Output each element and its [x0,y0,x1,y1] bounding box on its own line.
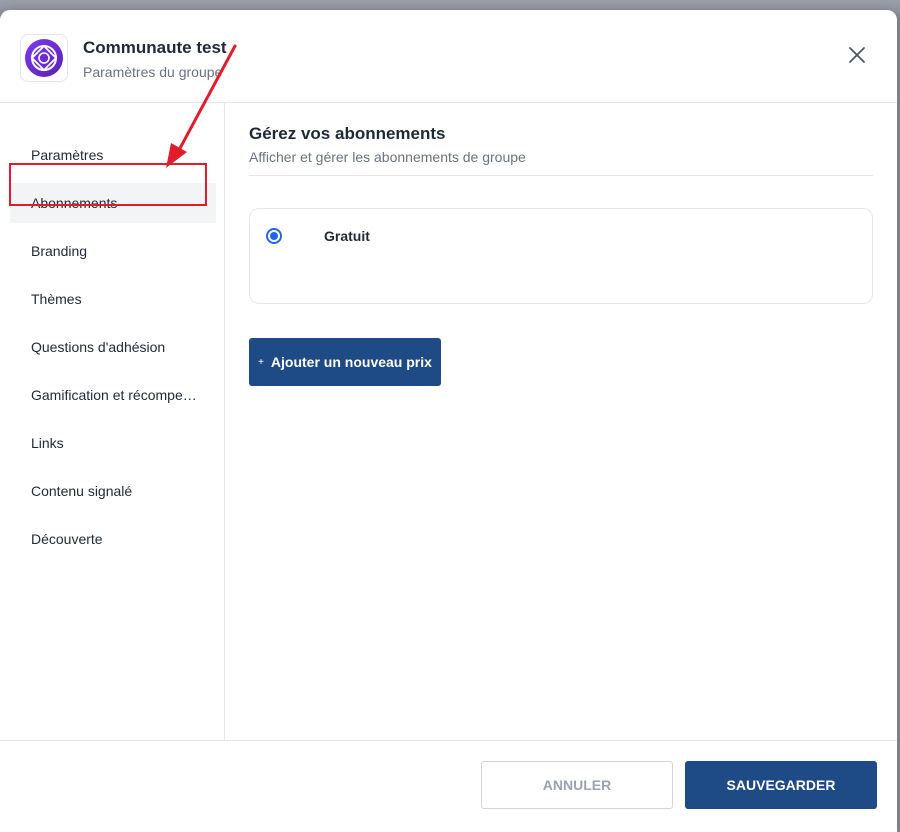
group-logo [20,34,68,82]
plan-name: Gratuit [324,228,370,244]
sidebar-item-gamification[interactable]: Gamification et récompenses [10,375,216,415]
group-settings-modal: Communaute test Paramètres du groupe Par… [0,10,897,832]
sidebar-item-contenu-signale[interactable]: Contenu signalé [10,471,216,511]
cancel-button[interactable]: ANNULER [481,761,673,809]
circle-lattice-icon [25,39,63,77]
sidebar-item-label: Contenu signalé [31,483,133,499]
sidebar-item-decouverte[interactable]: Découverte [10,519,216,559]
save-button[interactable]: SAUVEGARDER [685,761,877,809]
modal-header: Communaute test Paramètres du groupe [0,10,897,103]
group-name: Communaute test [83,38,227,57]
sidebar-item-label: Découverte [31,531,103,547]
sidebar-item-parametres[interactable]: Paramètres [10,135,216,175]
modal-footer: ANNULER SAUVEGARDER [0,740,897,832]
sidebar-item-branding[interactable]: Branding [10,231,216,271]
sidebar-item-label: Branding [31,243,88,259]
close-icon [849,47,865,63]
add-price-button[interactable]: + Ajouter un nouveau prix [249,338,441,386]
sidebar-item-label: Paramètres [31,147,104,163]
sidebar-item-links[interactable]: Links [10,423,216,463]
sidebar-item-themes[interactable]: Thèmes [10,279,216,319]
plus-icon: + [258,356,264,368]
page-subtitle: Afficher et gérer les abonnements de gro… [249,149,526,165]
sidebar-item-abonnements[interactable]: Abonnements [10,183,216,223]
sidebar-item-label: Gamification et récompenses [31,387,203,403]
group-settings-subtitle: Paramètres du groupe [83,64,223,80]
sidebar-item-label: Thèmes [31,291,82,307]
radio-selected-icon[interactable] [266,228,282,244]
divider [249,175,873,176]
add-price-label: Ajouter un nouveau prix [270,354,432,370]
sidebar-item-label: Links [31,435,64,451]
close-button[interactable] [842,40,872,70]
settings-sidebar: Paramètres Abonnements Branding Thèmes Q… [0,103,225,740]
sidebar-item-label: Abonnements [31,195,118,211]
sidebar-item-questions-adhesion[interactable]: Questions d'adhésion [10,327,216,367]
sidebar-item-label: Questions d'adhésion [31,339,166,355]
page-title: Gérez vos abonnements [249,124,446,143]
radio-dot [270,232,278,240]
plan-card-gratuit[interactable]: Gratuit [249,208,873,304]
